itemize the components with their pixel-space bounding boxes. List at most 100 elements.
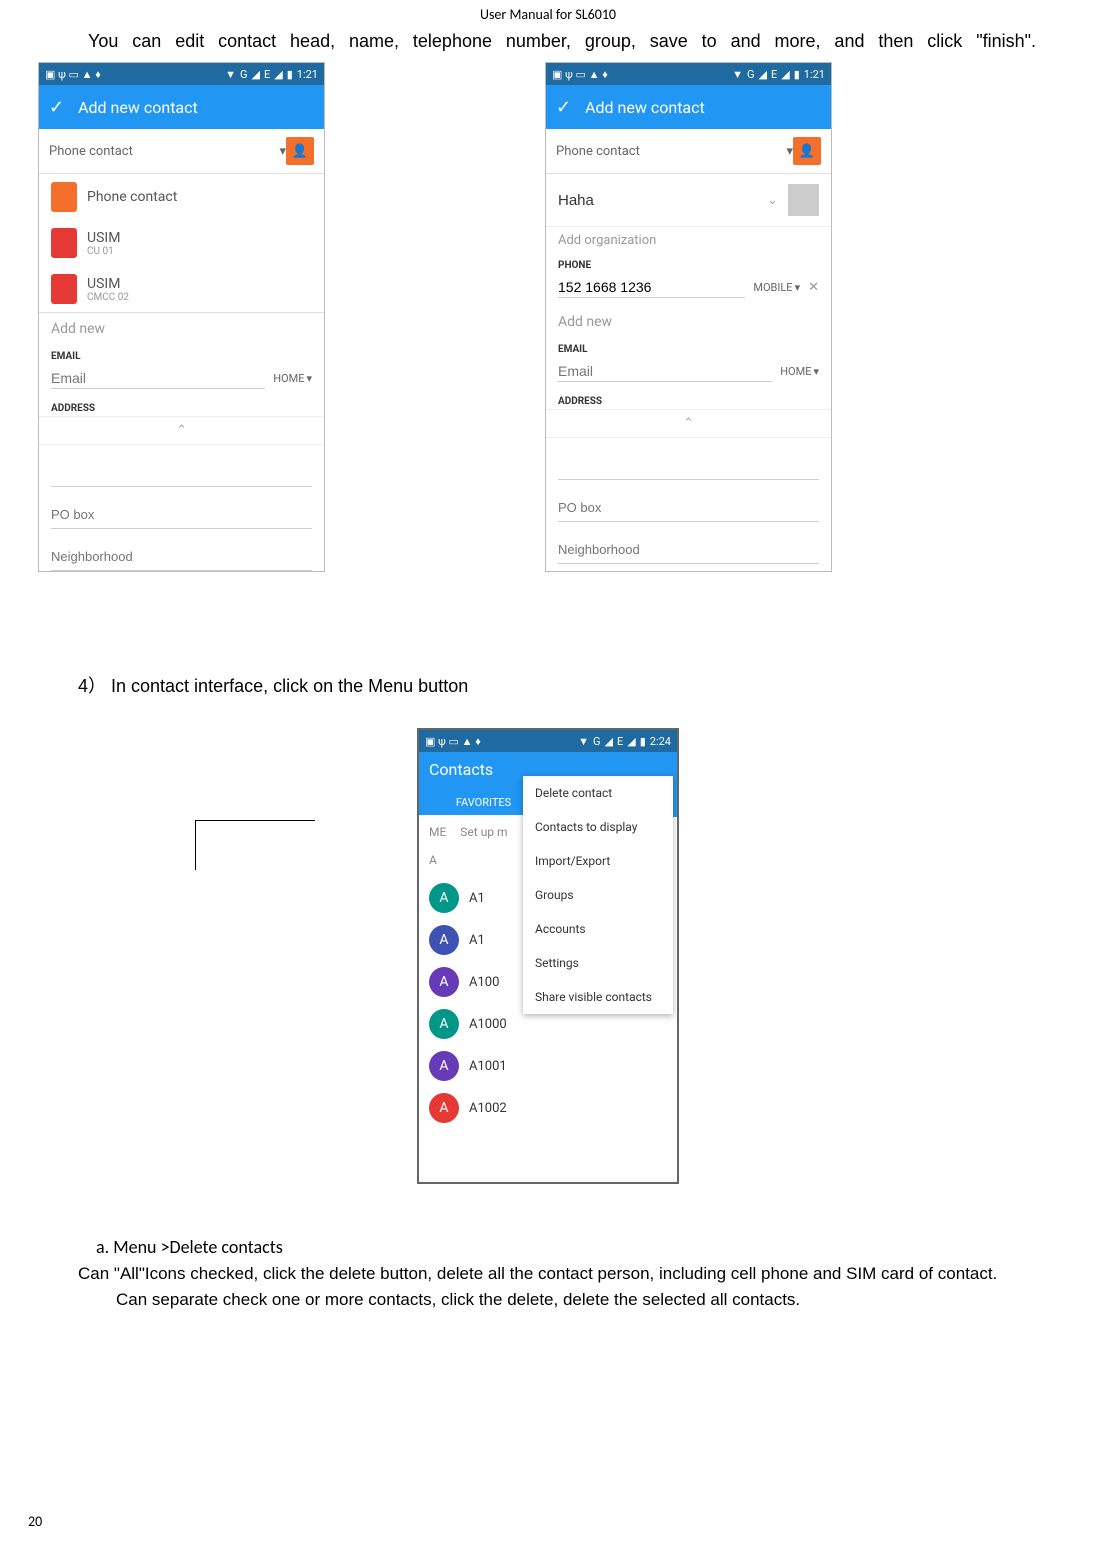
battery-icon: ▮	[287, 68, 293, 81]
clock: 2:24	[650, 735, 671, 748]
nav-icon: ▣ ψ ▭ ▲ ♦	[552, 68, 608, 81]
net-icon: G	[593, 735, 601, 748]
address-label: ADDRESS	[546, 390, 831, 409]
net-icon: G	[240, 68, 248, 81]
option-label: USIM	[87, 276, 129, 292]
collapse-icon[interactable]: ⌃	[546, 409, 831, 438]
sig-icon: ◢	[605, 735, 613, 748]
contact-name: A100	[469, 975, 499, 990]
account-label: Phone contact	[49, 144, 133, 159]
app-bar: ✓ Add new contact	[39, 85, 324, 129]
expand-icon[interactable]: ⌄	[767, 193, 778, 208]
pobox-input[interactable]	[558, 494, 819, 522]
nav-icon: ▣ ψ ▭ ▲ ♦	[425, 735, 481, 748]
contact-avatar-icon: 👤	[286, 137, 314, 165]
status-bar: ▣ ψ ▭ ▲ ♦ ▼ G ◢ E ◢ ▮ 2:24	[419, 730, 677, 752]
battery-icon: ▮	[640, 735, 646, 748]
addr-line1[interactable]	[558, 452, 819, 480]
avatar-icon: A	[429, 925, 459, 955]
email-input[interactable]	[51, 368, 265, 389]
doc-header: User Manual for SL6010	[0, 0, 1096, 23]
contact-name: A1001	[469, 1059, 507, 1074]
phone-label: PHONE	[546, 254, 831, 273]
account-selector[interactable]: Phone contact ▾ 👤	[39, 129, 324, 174]
account-option-usim1[interactable]: USIMCU 01	[39, 220, 324, 266]
battery-icon: ▮	[794, 68, 800, 81]
annotation-line	[195, 820, 315, 870]
add-new-row[interactable]: Add new	[546, 306, 831, 338]
me-label: ME	[429, 825, 446, 839]
email-input[interactable]	[558, 361, 772, 382]
intro-paragraph: You can edit contact head, name, telepho…	[0, 23, 1096, 52]
photo-placeholder[interactable]	[788, 184, 819, 216]
close-icon[interactable]: ✕	[808, 280, 819, 295]
account-option-phone[interactable]: Phone contact	[39, 174, 324, 220]
option-sublabel: CMCC 02	[87, 292, 129, 303]
email-type-selector[interactable]: HOME ▾	[273, 372, 312, 385]
subsection-heading: a. Menu >Delete contacts	[78, 1234, 1056, 1261]
wifi-icon: ▼	[732, 68, 743, 81]
sig3-icon: ◢	[274, 68, 282, 81]
contact-row[interactable]: AA1002	[419, 1087, 677, 1129]
menu-share-visible[interactable]: Share visible contacts	[523, 980, 673, 1014]
avatar-icon: A	[429, 1009, 459, 1039]
clock: 1:21	[297, 68, 318, 81]
option-label: USIM	[87, 230, 120, 246]
app-title: Add new contact	[585, 98, 705, 117]
me-setup-text: Set up m	[460, 825, 507, 839]
phone-contact-icon	[51, 182, 77, 212]
add-new-row[interactable]: Add new	[39, 313, 324, 345]
finish-icon[interactable]: ✓	[556, 97, 571, 118]
contact-avatar-icon: 👤	[793, 137, 821, 165]
organization-input[interactable]: Add organization	[546, 227, 831, 254]
screenshot-add-contact-1: ▣ ψ ▭ ▲ ♦ ▼ G ◢ E ◢ ▮ 1:21 ✓ Add new con…	[38, 62, 325, 572]
avatar-icon: A	[429, 1093, 459, 1123]
contact-name: A1000	[469, 1017, 507, 1032]
wifi-icon: ▼	[578, 735, 589, 748]
phone-type-selector[interactable]: MOBILE ▾	[753, 281, 800, 294]
net-icon: G	[747, 68, 755, 81]
collapse-icon[interactable]: ⌃	[39, 416, 324, 445]
contact-row[interactable]: AA1001	[419, 1045, 677, 1087]
sig-icon: ◢	[759, 68, 767, 81]
menu-delete-contact[interactable]: Delete contact	[523, 776, 673, 810]
app-title: Add new contact	[78, 98, 198, 117]
menu-import-export[interactable]: Import/Export	[523, 844, 673, 878]
pobox-input[interactable]	[51, 501, 312, 529]
addr-line1[interactable]	[51, 459, 312, 487]
sig2-icon: E	[617, 735, 623, 748]
nav-icon: ▣ ψ ▭ ▲ ♦	[45, 68, 101, 81]
sig-icon: ◢	[252, 68, 260, 81]
option-sublabel: CU 01	[87, 246, 120, 257]
name-input[interactable]	[558, 192, 757, 209]
sig2-icon: E	[264, 68, 270, 81]
contact-name: A1	[469, 891, 485, 906]
neighborhood-input[interactable]	[51, 543, 312, 571]
account-selector[interactable]: Phone contact ▾ 👤	[546, 129, 831, 174]
avatar-icon: A	[429, 883, 459, 913]
menu-contacts-display[interactable]: Contacts to display	[523, 810, 673, 844]
email-type-selector[interactable]: HOME ▾	[780, 365, 819, 378]
step-4-text: 4） In contact interface, click on the Me…	[0, 672, 1096, 708]
screenshot-add-contact-2: ▣ ψ ▭ ▲ ♦ ▼ G ◢ E ◢ ▮ 1:21 ✓ Add new con…	[545, 62, 832, 572]
sim-icon	[51, 274, 77, 304]
neighborhood-input[interactable]	[558, 536, 819, 564]
page-number: 20	[28, 1513, 42, 1530]
avatar-icon: A	[429, 967, 459, 997]
phone-input[interactable]	[558, 277, 745, 298]
sim-icon	[51, 228, 77, 258]
menu-settings[interactable]: Settings	[523, 946, 673, 980]
subsection-p2: Can separate check one or more contacts,…	[78, 1287, 1056, 1313]
status-bar: ▣ ψ ▭ ▲ ♦ ▼ G ◢ E ◢ ▮ 1:21	[546, 63, 831, 85]
account-option-usim2[interactable]: USIMCMCC 02	[39, 266, 324, 312]
email-label: EMAIL	[39, 345, 324, 364]
sig3-icon: ◢	[781, 68, 789, 81]
overflow-menu: Delete contact Contacts to display Impor…	[523, 776, 673, 1014]
clock: 1:21	[804, 68, 825, 81]
menu-groups[interactable]: Groups	[523, 878, 673, 912]
menu-accounts[interactable]: Accounts	[523, 912, 673, 946]
address-label: ADDRESS	[39, 397, 324, 416]
subsection-p1: Can "All"Icons checked, click the delete…	[40, 1261, 1056, 1287]
finish-icon[interactable]: ✓	[49, 97, 64, 118]
app-bar: ✓ Add new contact	[546, 85, 831, 129]
